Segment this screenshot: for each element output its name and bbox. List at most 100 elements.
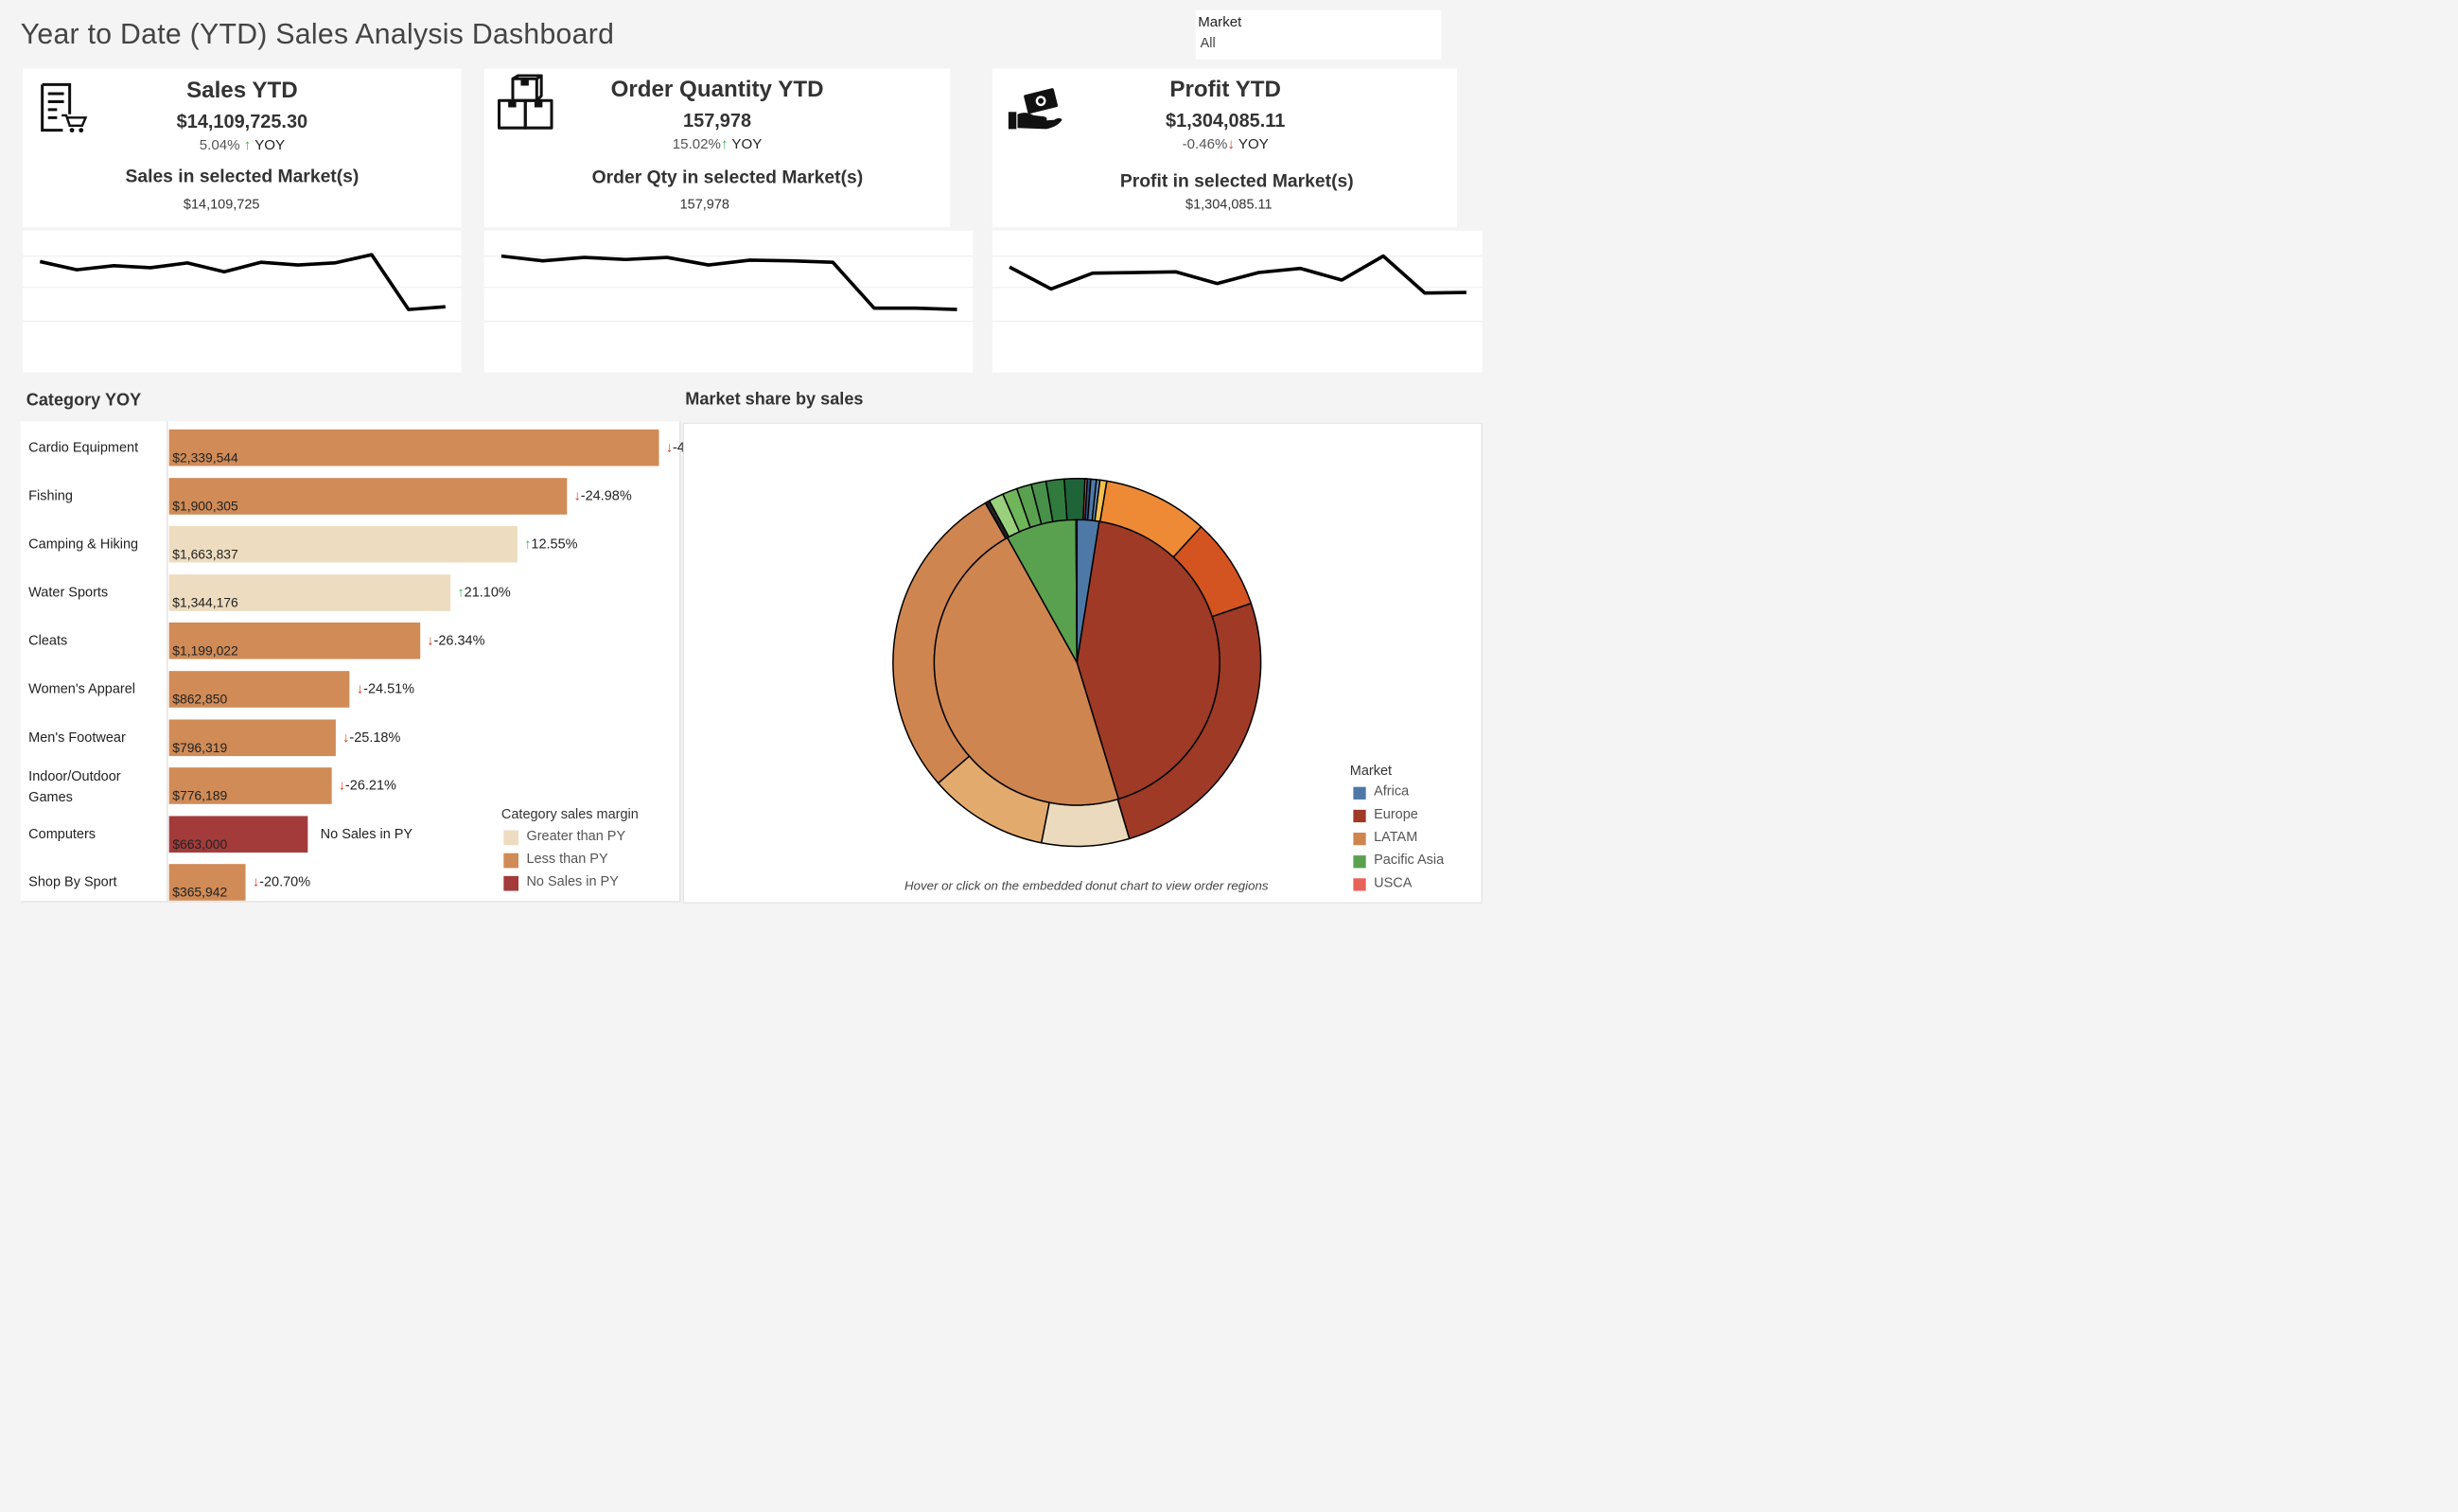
category-yoy-pct: No Sales in PY <box>320 826 413 842</box>
dashboard: Year to Date (YTD) Sales Analysis Dashbo… <box>0 0 1484 912</box>
category-yoy-pct: -24.98% <box>580 487 632 504</box>
legend-item-latam[interactable]: LATAM <box>1353 826 1444 849</box>
region-donut-segment[interactable] <box>1040 798 1131 848</box>
legend-swatch <box>1353 832 1366 846</box>
category-yoy-title: Category YOY <box>26 390 142 410</box>
legend-item-no-sales[interactable]: No Sales in PY <box>503 870 625 893</box>
market-share-donut-chart[interactable] <box>888 474 1265 851</box>
sales-trend-sparkline[interactable] <box>23 231 462 373</box>
category-yoy-pct: -26.34% <box>433 632 485 649</box>
category-label: Men's Footwear <box>28 730 126 746</box>
order-qty-market-title: Order Qty in selected Market(s) <box>591 167 864 187</box>
order-qty-kpi-title: Order Quantity YTD <box>610 76 824 102</box>
category-yoy-change: ↓-24.51% <box>357 681 414 697</box>
order-qty-yoy-pct: 15.02% <box>672 135 721 152</box>
down-arrow-icon: ↓ <box>665 439 673 456</box>
category-bar-value: $796,319 <box>172 739 228 755</box>
down-arrow-icon: ↓ <box>1227 135 1235 152</box>
sparkline-line[interactable] <box>39 253 446 311</box>
category-bar-value: $1,663,837 <box>172 546 238 562</box>
region-donut-segment[interactable] <box>1063 478 1086 521</box>
profit-kpi-title: Profit YTD <box>1169 76 1281 102</box>
up-arrow-icon: ↑ <box>720 135 729 152</box>
profit-trend-sparkline[interactable] <box>992 231 1483 373</box>
legend-swatch <box>1353 878 1366 891</box>
down-arrow-icon: ↓ <box>573 487 581 504</box>
category-yoy-pct: -26.21% <box>344 778 396 794</box>
category-label: Women's Apparel <box>28 681 135 697</box>
category-yoy-change: ↓-26.34% <box>427 633 484 649</box>
market-share-title: Market share by sales <box>685 389 864 409</box>
dashboard-title: Year to Date (YTD) Sales Analysis Dashbo… <box>20 17 615 50</box>
category-yoy-change: ↓-25.18% <box>342 730 400 746</box>
legend-swatch <box>503 853 519 869</box>
legend-item-europe[interactable]: Europe <box>1353 803 1444 826</box>
category-yoy-change: ↓-26.21% <box>339 778 396 794</box>
profit-yoy-label: YOY <box>1238 135 1269 152</box>
profit-market-title: Profit in selected Market(s) <box>1119 169 1354 191</box>
sales-yoy-pct: 5.04% <box>199 136 240 153</box>
category-label: Camping & Hiking <box>28 536 139 553</box>
sparkline-line[interactable] <box>500 254 957 311</box>
legend-item-greater[interactable]: Greater than PY <box>503 825 625 848</box>
legend-swatch <box>1353 854 1366 869</box>
market-legend: Africa Europe LATAM Pacific Asia USCA <box>1353 780 1444 894</box>
category-label: Water Sports <box>28 584 109 601</box>
legend-item-usca[interactable]: USCA <box>1353 871 1444 894</box>
profit-yoy-pct: -0.46% <box>1182 135 1228 152</box>
legend-swatch <box>1353 786 1366 800</box>
category-yoy-change: ↓-24.98% <box>574 488 632 504</box>
category-bar-value: $776,189 <box>172 787 228 803</box>
order-qty-trend-sparkline[interactable] <box>483 231 974 373</box>
order-qty-market-value: 157,978 <box>679 196 729 212</box>
category-yoy-change: ↓-20.70% <box>253 874 310 890</box>
sales-market-title: Sales in selected Market(s) <box>125 166 360 186</box>
down-arrow-icon: ↓ <box>427 632 434 649</box>
market-pie-slice[interactable] <box>1075 519 1079 663</box>
order-qty-yoy-label: YOY <box>731 135 763 152</box>
category-bar-value: $663,000 <box>172 836 228 852</box>
category-yoy-pct: -25.18% <box>349 730 401 746</box>
legend-swatch <box>503 875 519 891</box>
category-yoy-pct: -20.70% <box>259 874 311 890</box>
legend-item-less[interactable]: Less than PY <box>503 848 625 870</box>
category-legend: Greater than PY Less than PY No Sales in… <box>503 825 625 893</box>
category-label: Cardio Equipment <box>28 439 139 456</box>
category-bar-value: $862,850 <box>172 691 228 707</box>
sales-kpi-value: $14,109,725.30 <box>176 111 308 132</box>
category-label: Computers <box>28 826 97 842</box>
sales-yoy-label: YOY <box>255 136 286 153</box>
category-bar-value: $1,344,176 <box>172 594 238 610</box>
profit-market-value: $1,304,085.11 <box>1185 196 1273 212</box>
donut-hint-text: Hover or click on the embedded donut cha… <box>904 878 1269 893</box>
category-bar-value: $2,339,544 <box>172 449 238 466</box>
category-yoy-pct: -24.51% <box>363 681 415 697</box>
category-label: Fishing <box>28 487 73 504</box>
category-legend-title: Category sales margin <box>500 806 639 822</box>
category-yoy-change: No Sales in PY <box>321 826 413 842</box>
down-arrow-icon: ↓ <box>338 778 345 794</box>
category-yoy-change: ↑21.10% <box>457 585 510 601</box>
category-label: Indoor/Outdoor Games <box>28 768 121 805</box>
down-arrow-icon: ↓ <box>342 730 350 746</box>
category-yoy-pct: 12.55% <box>531 536 578 553</box>
sales-kpi-yoy: 5.04% ↑ YOY <box>43 137 442 154</box>
category-bar[interactable] <box>168 429 659 466</box>
profit-kpi-value: $1,304,085.11 <box>1166 109 1286 132</box>
category-yoy-change: ↑12.55% <box>524 536 577 553</box>
legend-item-africa[interactable]: Africa <box>1353 780 1444 802</box>
market-legend-title: Market <box>1349 763 1393 779</box>
category-bar-value: $1,900,305 <box>172 498 238 514</box>
order-qty-kpi-yoy: 15.02%↑ YOY <box>518 136 917 153</box>
legend-swatch <box>503 830 519 846</box>
profit-kpi-yoy: -0.46%↓ YOY <box>1026 136 1425 153</box>
order-qty-kpi-value: 157,978 <box>683 109 752 132</box>
market-filter-value[interactable]: All <box>1201 35 1216 51</box>
category-bar-value: $365,942 <box>172 885 228 900</box>
up-arrow-icon: ↑ <box>457 584 465 601</box>
legend-item-pacific-asia[interactable]: Pacific Asia <box>1353 849 1444 871</box>
category-label: Cleats <box>28 632 68 649</box>
category-label: Shop By Sport <box>28 874 117 890</box>
category-bar-value: $1,199,022 <box>172 642 238 659</box>
up-arrow-icon: ↑ <box>243 136 252 153</box>
